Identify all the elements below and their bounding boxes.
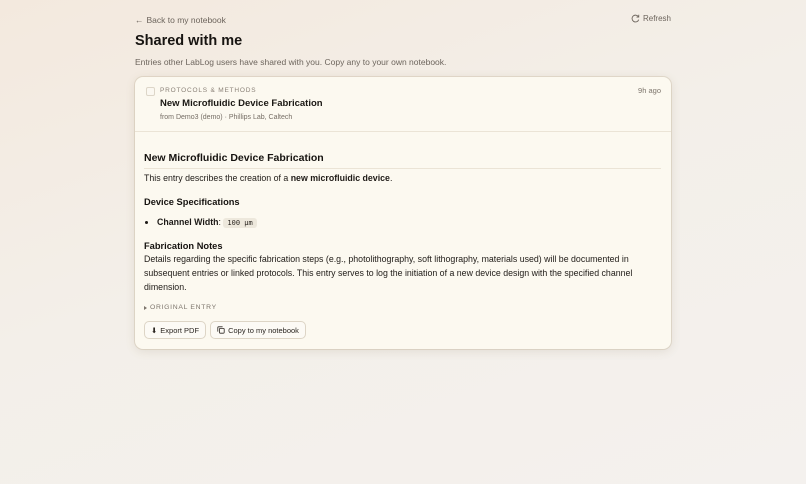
notes-text: Details regarding the specific fabricati… [144, 254, 633, 292]
copy-to-notebook-label: Copy to my notebook [228, 325, 299, 335]
refresh-button[interactable]: Refresh [631, 14, 671, 23]
download-icon: ⬇ [151, 325, 158, 335]
back-link-label: Back to my notebook [146, 15, 226, 25]
back-arrow-icon: ← [135, 15, 144, 25]
page-subtitle: Entries other LabLog users have shared w… [135, 57, 447, 67]
shared-entry-card: PROTOCOLS & METHODS 9h ago New Microflui… [135, 77, 671, 349]
copy-to-notebook-button[interactable]: Copy to my notebook [210, 321, 306, 339]
entry-content: New Microfluidic Device Fabrication This… [144, 152, 661, 311]
spec-separator: : [218, 217, 221, 227]
spec-label: Channel Width [157, 217, 219, 227]
entry-header: PROTOCOLS & METHODS 9h ago New Microflui… [135, 77, 671, 132]
entry-select-checkbox[interactable] [146, 87, 155, 96]
caret-right-icon [144, 305, 147, 310]
refresh-icon [631, 14, 640, 23]
list-item: Channel Width: 100 µm [157, 215, 661, 230]
top-bar: ← Back to my notebook Refresh [135, 14, 671, 30]
original-entry-toggle[interactable]: ORIGINAL ENTRY [144, 304, 661, 311]
entry-title: New Microfluidic Device Fabrication [160, 98, 323, 109]
entry-actions: ⬇ Export PDF Copy to my notebook [144, 321, 306, 339]
copy-icon [217, 326, 225, 334]
export-pdf-button[interactable]: ⬇ Export PDF [144, 321, 207, 339]
back-to-notebook-link[interactable]: ← Back to my notebook [135, 15, 226, 25]
intro-text-after: . [389, 173, 393, 183]
original-entry-label: ORIGINAL ENTRY [150, 304, 217, 311]
page-title: Shared with me [135, 33, 243, 49]
specifications-list: Channel Width: 100 µm [144, 215, 661, 230]
spec-value: 100 µm [223, 218, 257, 228]
content-intro: This entry describes the creation of a n… [144, 171, 661, 185]
refresh-label: Refresh [642, 14, 671, 23]
notes-heading: Fabrication Notes [144, 241, 223, 251]
specifications-heading: Device Specifications [144, 197, 240, 207]
entry-category: PROTOCOLS & METHODS [160, 87, 257, 94]
entry-timestamp: 9h ago [638, 86, 661, 95]
intro-text-before: This entry describes the creation of a [144, 173, 291, 183]
content-heading: New Microfluidic Device Fabrication [144, 152, 661, 169]
intro-text-bold: new microfluidic device [290, 173, 390, 183]
export-pdf-label: Export PDF [160, 325, 200, 335]
entry-source: from Demo3 (demo) · Phillips Lab, Caltec… [160, 114, 293, 121]
